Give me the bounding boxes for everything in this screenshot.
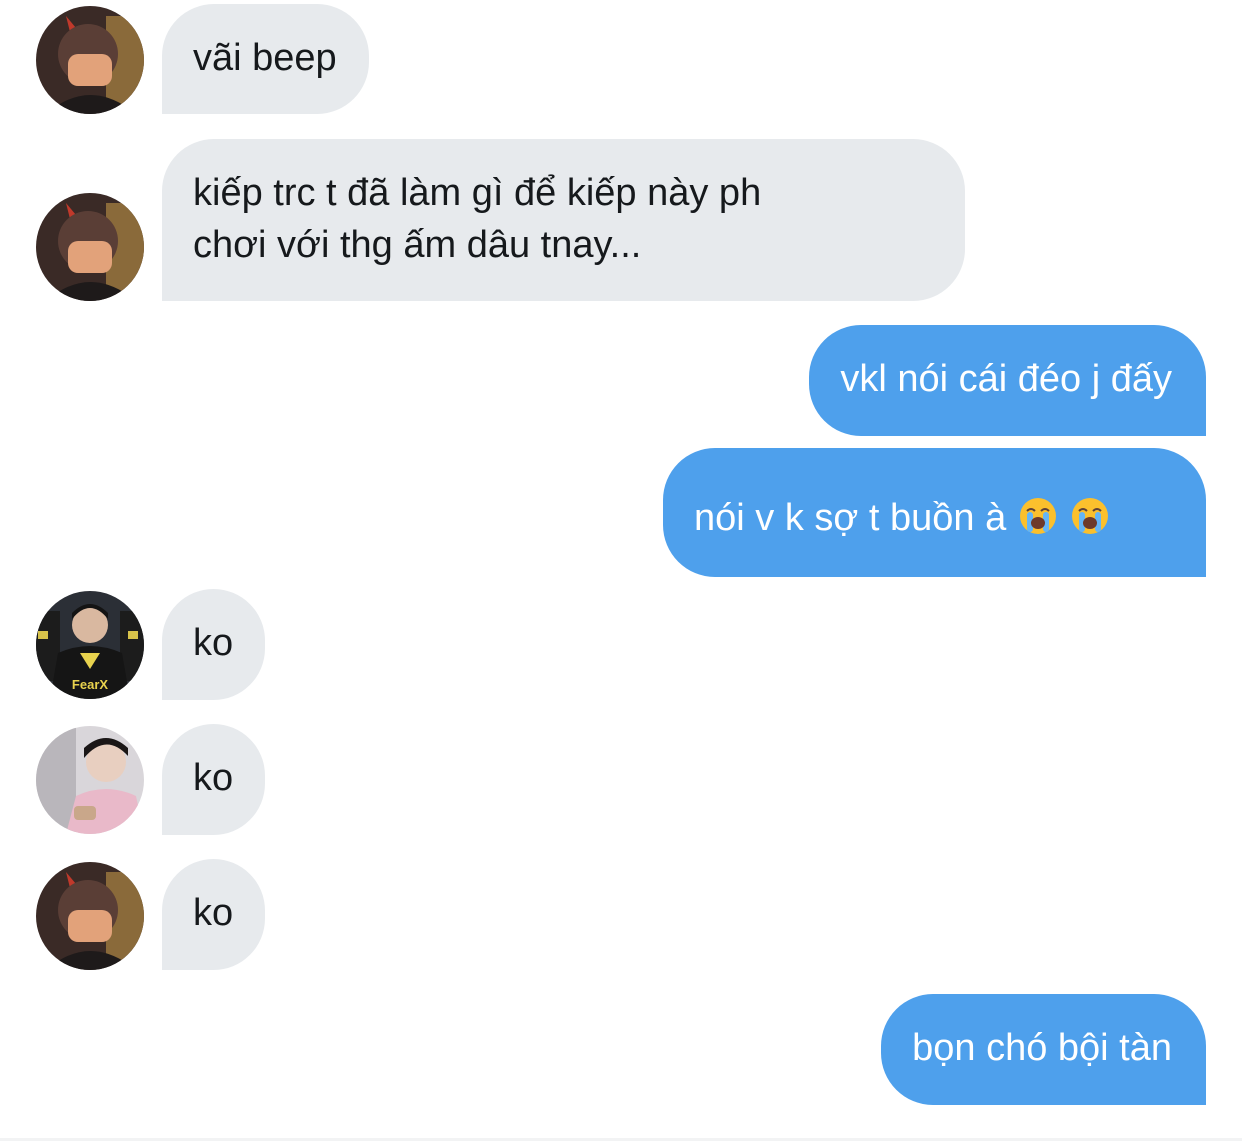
message-bubble-incoming[interactable]: ko xyxy=(162,589,266,700)
message-text: ko xyxy=(193,622,234,664)
avatar-pink-hoodie-friend[interactable] xyxy=(36,726,144,834)
message-bubble-outgoing[interactable]: vkl nói cái đéo j đấy xyxy=(809,325,1206,436)
message-bubble-outgoing[interactable]: bọn chó bội tàn xyxy=(881,994,1206,1105)
message-bubble-incoming[interactable]: vãi beep xyxy=(162,4,369,114)
message-bubble-incoming[interactable]: kiếp trc t đã làm gì để kiếp này ph chơi… xyxy=(162,139,965,301)
chat-thread: vãi beep kiếp trc t đã làm gì để kiếp nà… xyxy=(0,0,1242,1141)
message-bubble-incoming[interactable]: ko xyxy=(162,859,266,970)
message-text: ko xyxy=(193,757,234,799)
message-text: vkl nói cái đéo j đấy xyxy=(840,358,1172,400)
message-text: vãi beep xyxy=(193,37,337,79)
message-text-line: chơi với thg ấm dâu tnay... xyxy=(193,224,642,266)
message-text: nói v k sợ t buồn à xyxy=(694,497,1007,539)
avatar-masked-friend[interactable] xyxy=(36,193,144,301)
avatar-fearx-jersey-friend[interactable]: FearX xyxy=(36,591,144,699)
message-text: bọn chó bội tàn xyxy=(912,1027,1172,1069)
message-bubble-incoming[interactable]: ko xyxy=(162,724,266,835)
loudly-crying-face-icon xyxy=(1070,496,1110,536)
svg-text:FearX: FearX xyxy=(72,677,108,692)
message-text-line: kiếp trc t đã làm gì để kiếp này ph xyxy=(193,172,762,214)
message-text: ko xyxy=(193,892,234,934)
avatar-masked-friend[interactable] xyxy=(36,862,144,970)
avatar-masked-friend[interactable] xyxy=(36,6,144,114)
message-bubble-outgoing[interactable]: nói v k sợ t buồn à xyxy=(663,448,1206,577)
loudly-crying-face-icon xyxy=(1018,496,1058,536)
